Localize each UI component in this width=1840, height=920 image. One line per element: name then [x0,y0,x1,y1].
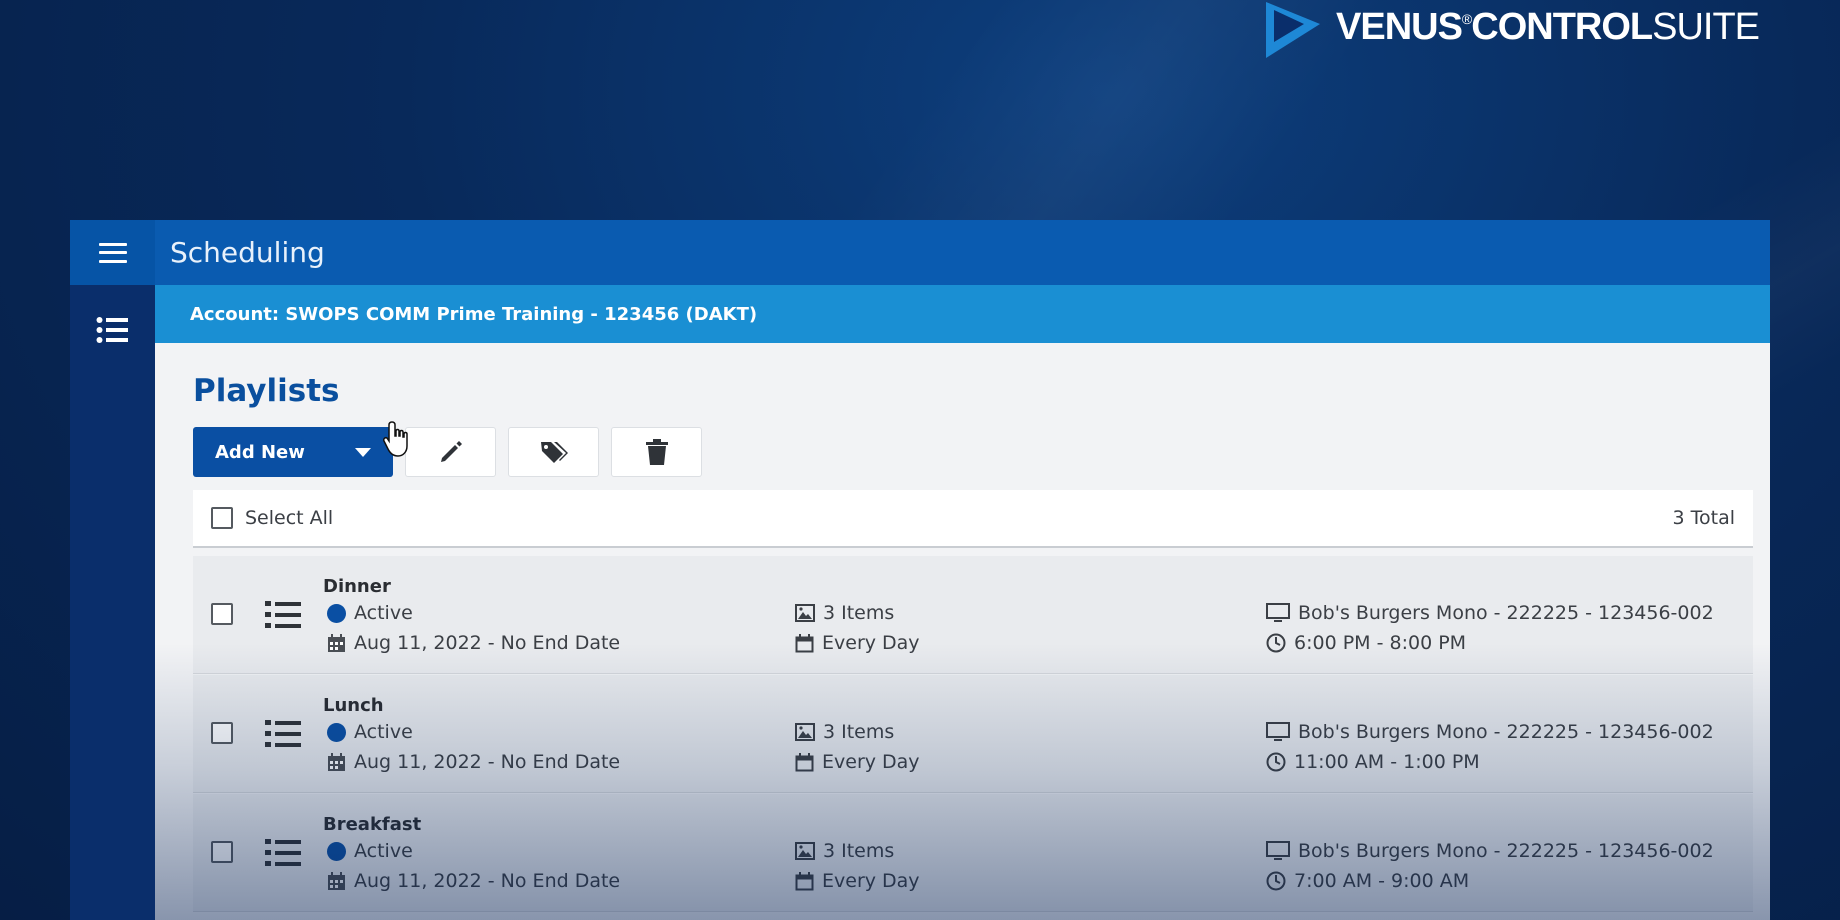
date-range-cell: Aug 11, 2022 - No End Date [327,870,620,892]
playlist-name[interactable]: Lunch [323,695,384,716]
logo-mark: ® [1461,11,1472,27]
status-dot-icon [327,841,346,861]
total-count: 3 Total [1672,507,1735,529]
status-label: Active [354,721,413,743]
playlist-icon [265,601,301,628]
display-cell: Bob's Burgers Mono - 222225 - 123456-002 [1266,721,1714,743]
display-cell: Bob's Burgers Mono - 222225 - 123456-002 [1266,840,1714,862]
select-all-label: Select All [245,507,334,529]
image-icon [795,604,815,622]
logo-name-mid: CONTROL [1471,6,1653,48]
trash-icon [645,439,668,465]
clock-icon [1266,633,1286,653]
tags-icon [540,442,568,463]
clock-icon [1266,871,1286,891]
list-header: Select All 3 Total [193,490,1753,548]
row-checkbox[interactable] [211,603,233,625]
page-title: Playlists [193,373,340,409]
display-cell: Bob's Burgers Mono - 222225 - 123456-002 [1266,602,1714,624]
pencil-icon [440,441,462,462]
items-cell: 3 Items [795,602,894,624]
hamburger-icon [98,242,127,263]
recurrence-label: Every Day [822,751,920,773]
toolbar: Add New [193,427,702,477]
date-range-label: Aug 11, 2022 - No End Date [354,632,621,654]
time-cell: 11:00 AM - 1:00 PM [1266,751,1480,773]
calendar-outline-icon [795,633,814,652]
calendar-outline-icon [795,871,814,890]
calendar-icon [328,871,345,890]
recurrence-cell: Every Day [795,751,920,773]
hand-cursor-icon [383,421,408,457]
image-icon [795,842,815,860]
playlist-icon [265,839,301,866]
row-checkbox[interactable] [211,722,233,744]
page-section-title: Scheduling [170,236,325,269]
tags-button[interactable] [508,427,599,477]
calendar-icon [328,633,345,652]
select-all[interactable]: Select All [211,507,333,529]
table-row[interactable]: Dinner Active Aug 11, 2022 - No End Date… [193,556,1753,674]
items-cell: 3 Items [795,840,894,862]
logo-text: VENUS®CONTROLSUITE [1336,6,1760,48]
time-label: 6:00 PM - 8:00 PM [1294,632,1467,654]
calendar-outline-icon [795,752,814,771]
delete-button[interactable] [611,427,702,477]
app-window: Scheduling Account: SWOPS COMM Prime Tra… [70,220,1770,920]
add-new-label: Add New [215,441,305,463]
date-range-cell: Aug 11, 2022 - No End Date [327,751,620,773]
menu-toggle-button[interactable] [70,220,155,285]
table-row[interactable]: Lunch Active Aug 11, 2022 - No End Date … [193,675,1753,793]
status-label: Active [354,602,413,624]
left-rail [70,220,155,920]
edit-button[interactable] [405,427,496,477]
display-label: Bob's Burgers Mono - 222225 - 123456-002 [1298,721,1714,743]
play-logo-icon [1266,2,1320,58]
logo-name-light: SUITE [1652,6,1760,48]
account-label: Account: SWOPS COMM Prime Training - 123… [190,303,758,325]
items-count: 3 Items [823,602,895,624]
items-cell: 3 Items [795,721,894,743]
recurrence-label: Every Day [822,870,920,892]
venus-control-suite-logo: VENUS®CONTROLSUITE [1264,0,1760,60]
account-bar: Account: SWOPS COMM Prime Training - 123… [155,285,1770,343]
date-range-label: Aug 11, 2022 - No End Date [354,751,621,773]
row-checkbox[interactable] [211,841,233,863]
clock-icon [1266,752,1286,772]
time-label: 11:00 AM - 1:00 PM [1294,751,1480,773]
image-icon [795,723,815,741]
status-dot-icon [327,603,346,623]
time-cell: 6:00 PM - 8:00 PM [1266,632,1466,654]
playlist-icon [265,720,301,747]
display-label: Bob's Burgers Mono - 222225 - 123456-002 [1298,602,1714,624]
logo-name-bold: VENUS [1336,6,1463,48]
playlist-name[interactable]: Dinner [323,576,391,597]
recurrence-label: Every Day [822,632,920,654]
playlist-nav-icon[interactable] [96,316,128,344]
add-new-button[interactable]: Add New [193,427,393,477]
items-count: 3 Items [823,840,895,862]
display-label: Bob's Burgers Mono - 222225 - 123456-002 [1298,840,1714,862]
date-range-label: Aug 11, 2022 - No End Date [354,870,621,892]
recurrence-cell: Every Day [795,632,920,654]
status-cell: Active [327,840,413,862]
monitor-icon [1266,603,1290,622]
top-bar: Scheduling [155,220,1770,285]
monitor-icon [1266,722,1290,741]
calendar-icon [328,752,345,771]
monitor-icon [1266,841,1290,860]
status-label: Active [354,840,413,862]
status-dot-icon [327,722,346,742]
chevron-down-icon[interactable] [355,447,371,457]
status-cell: Active [327,721,413,743]
status-cell: Active [327,602,413,624]
recurrence-cell: Every Day [795,870,920,892]
playlist-name[interactable]: Breakfast [323,814,421,835]
table-row[interactable]: Breakfast Active Aug 11, 2022 - No End D… [193,794,1753,912]
time-label: 7:00 AM - 9:00 AM [1294,870,1470,892]
date-range-cell: Aug 11, 2022 - No End Date [327,632,620,654]
time-cell: 7:00 AM - 9:00 AM [1266,870,1469,892]
items-count: 3 Items [823,721,895,743]
select-all-checkbox[interactable] [211,507,233,529]
